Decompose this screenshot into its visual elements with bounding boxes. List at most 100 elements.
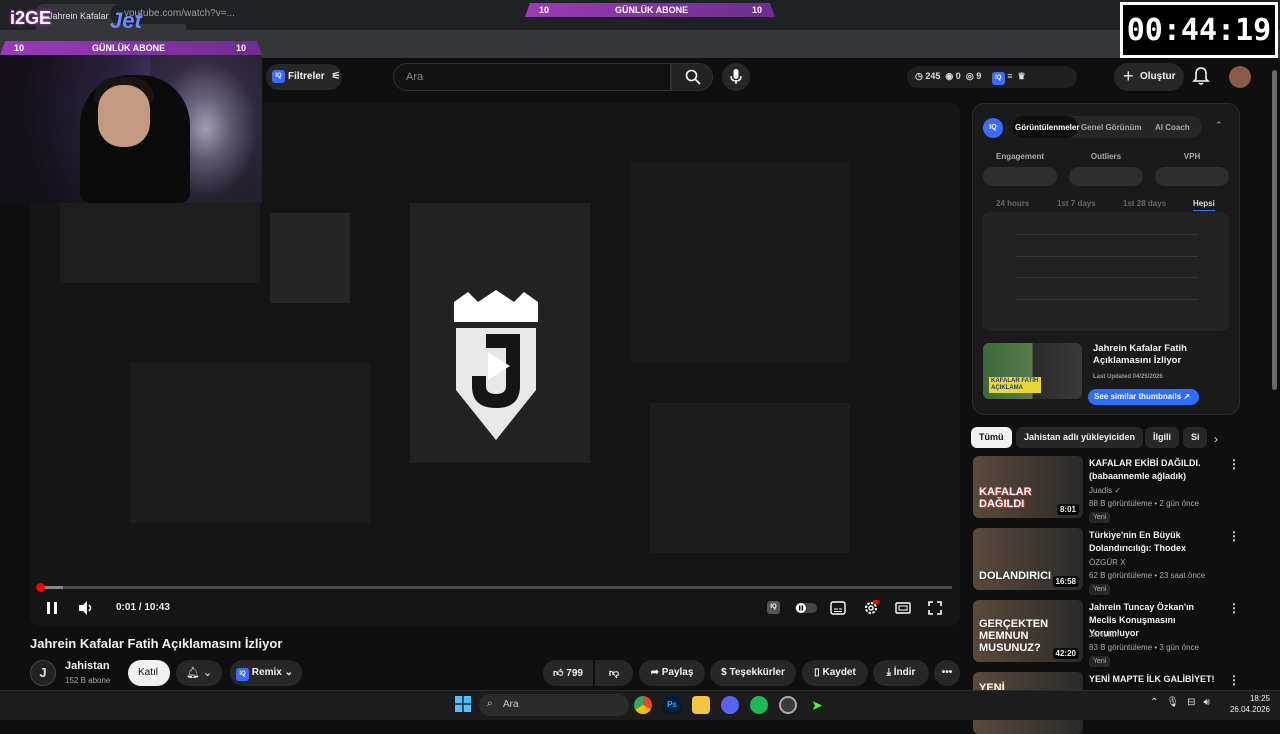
rec-duration: 16:58 (1052, 576, 1079, 587)
chevron-up-icon[interactable]: ⌃ (1215, 120, 1223, 131)
chip-all[interactable]: Tümü (971, 427, 1012, 448)
tab-ai-coach[interactable]: AI Coach (1155, 123, 1190, 132)
filters-button[interactable]: IQ Filtreler ⚟ (266, 64, 342, 90)
see-similar-thumbnails-button[interactable]: See similar thumbnails ↗ (1088, 389, 1199, 405)
remix-button[interactable]: IQ Remix ⌄ (230, 660, 302, 686)
rec-title[interactable]: Türkiye'nin En Büyük Dolandırıcılığı: Th… (1089, 529, 1219, 555)
windows-start-icon[interactable] (455, 696, 471, 712)
join-button[interactable]: Katıl (128, 660, 170, 686)
bell-icon: 🔔︎ (186, 667, 200, 679)
rec-duration: 8:01 (1056, 504, 1079, 515)
share-label: Paylaş (661, 667, 694, 678)
range-24h[interactable]: 24 hours (996, 199, 1029, 208)
rec-more-menu-icon[interactable]: ⋮ (1228, 457, 1240, 471)
bg-tile (270, 213, 350, 303)
search-button[interactable] (671, 63, 713, 91)
thanks-button[interactable]: $ Teşekkürler (710, 660, 796, 686)
voice-search-button[interactable] (722, 63, 750, 91)
rec-more-menu-icon[interactable]: ⋮ (1228, 601, 1240, 615)
theater-mode-icon[interactable] (895, 601, 911, 615)
channel-avatar[interactable]: J (30, 660, 56, 686)
chip-related[interactable]: İlgili (1145, 427, 1179, 448)
range-7d[interactable]: 1st 7 days (1057, 199, 1096, 208)
create-button[interactable]: + Oluştur (1114, 63, 1184, 91)
volume-icon[interactable] (78, 600, 94, 616)
page-scrollbar[interactable] (1272, 70, 1277, 390)
rec-channel[interactable]: ÖZGÜR X (1089, 558, 1125, 567)
current-video-thumbnail[interactable]: KAFALAR FATİH AÇIKLAMA (983, 343, 1082, 399)
stats-pill[interactable]: ◷ 245 ◉ 0 ◎ 9 IQ ≡ ♛ (907, 66, 1077, 88)
channel-name[interactable]: Jahistan (65, 660, 110, 672)
trophy-icon: ♛ (1015, 71, 1026, 81)
banner-label: GÜNLÜK ABONE (92, 43, 166, 53)
save-button[interactable]: ▯ Kaydet (802, 660, 868, 686)
settings-gear-icon[interactable] (863, 600, 879, 616)
search-icon (685, 69, 701, 85)
progress-scrubber[interactable] (36, 583, 45, 592)
like-button[interactable]: 👍︎ 799 (543, 660, 593, 686)
range-all[interactable]: Hepsi (1193, 199, 1215, 211)
autoplay-toggle-icon[interactable] (795, 602, 817, 614)
notifications-bell-icon[interactable] (1192, 66, 1210, 86)
file-explorer-icon[interactable] (692, 696, 710, 714)
rec-channel[interactable]: Juadis ✓ (1089, 486, 1121, 495)
share-button[interactable]: ➦ Paylaş (639, 660, 705, 686)
plus-icon: + (1123, 66, 1134, 86)
chevron-down-icon: ⌄ (284, 667, 293, 678)
range-28d[interactable]: 1st 28 days (1123, 199, 1166, 208)
rec-more-menu-icon[interactable]: ⋮ (1228, 673, 1240, 687)
banner-left-count: 10 (539, 5, 550, 15)
stream-timer: 00:44:19 (1120, 2, 1278, 58)
rec-thumbnail[interactable]: DOLANDIRICI 16:58 (973, 528, 1083, 590)
rec-title[interactable]: KAFALAR EKİBİ DAĞILDI. (babaannemle ağla… (1089, 457, 1219, 483)
chevron-right-icon[interactable]: › (1214, 432, 1218, 446)
system-tray[interactable]: ⌃🎙︎⊟🔊︎ (1150, 697, 1218, 708)
tab-views[interactable]: Görüntülenmeler (1015, 123, 1079, 132)
taskbar-search[interactable]: ⌕ Ara (479, 694, 629, 716)
rec-title[interactable]: YENİ MAPTE İLK GALİBİYET! (1089, 673, 1219, 686)
save-label: Kaydet (822, 667, 856, 678)
subtitles-icon[interactable] (830, 601, 846, 615)
download-button[interactable]: ⤓ İndir (873, 660, 929, 686)
banner-label: GÜNLÜK ABONE (615, 5, 689, 15)
channel-logo-icon (454, 290, 538, 440)
progress-track[interactable] (38, 586, 952, 589)
subscription-bell-button[interactable]: 🔔︎ ⌄ (176, 660, 222, 686)
iq-player-icon[interactable]: IQ (767, 601, 780, 614)
rec-new-badge: Yeni (1089, 512, 1111, 523)
metric-engagement-label: Engagement (995, 152, 1044, 161)
pause-icon[interactable] (45, 601, 59, 615)
rec-more-menu-icon[interactable]: ⋮ (1228, 529, 1240, 543)
rec-channel[interactable]: Jahistan (1089, 630, 1119, 639)
chip-from-uploader[interactable]: Jahistan adlı yükleyiciden (1016, 427, 1144, 448)
chart-gridline (1016, 277, 1198, 278)
chip-more[interactable]: Si (1183, 427, 1207, 448)
rec-thumbnail[interactable]: KAFALAR DAĞILDI 8:01 (973, 456, 1083, 518)
discord-icon[interactable] (721, 696, 739, 714)
fullscreen-icon[interactable] (928, 601, 942, 615)
clock-time: 18:25 (1249, 694, 1270, 703)
kick-icon[interactable]: ➤ (808, 696, 826, 714)
chart-gridline (1016, 299, 1198, 300)
iq-remix-icon: IQ (236, 668, 249, 681)
bg-tile (130, 363, 370, 523)
thumb-caption: KAFALAR FATİH AÇIKLAMA (989, 377, 1041, 393)
banner-right-count: 10 (236, 43, 247, 53)
photoshop-icon[interactable]: Ps (663, 696, 681, 714)
stream-brand-left: i2GE (10, 8, 52, 28)
rec-new-badge: Yeni (1089, 584, 1111, 595)
bg-tile (650, 403, 850, 553)
obs-icon[interactable] (779, 696, 797, 714)
daily-subs-banner-side: 10 GÜNLÜK ABONE 10 (0, 41, 262, 55)
tab-overview[interactable]: Genel Görünüm (1081, 123, 1141, 132)
chrome-icon[interactable] (634, 696, 652, 714)
rec-thumbnail[interactable]: GERÇEKTEN MEMNUN MUSUNUZ? 42:20 (973, 600, 1083, 662)
taskbar-clock[interactable]: 18:25 26.04.2026 (1226, 693, 1270, 715)
spotify-icon[interactable] (750, 696, 768, 714)
more-actions-button[interactable]: ••• (934, 660, 960, 686)
search-input[interactable]: Ara (393, 63, 671, 91)
dislike-button[interactable]: 👎︎ (595, 660, 633, 686)
thanks-label: Teşekkürler (729, 667, 785, 678)
user-avatar[interactable] (1229, 66, 1251, 88)
create-label: Oluştur (1140, 71, 1176, 82)
